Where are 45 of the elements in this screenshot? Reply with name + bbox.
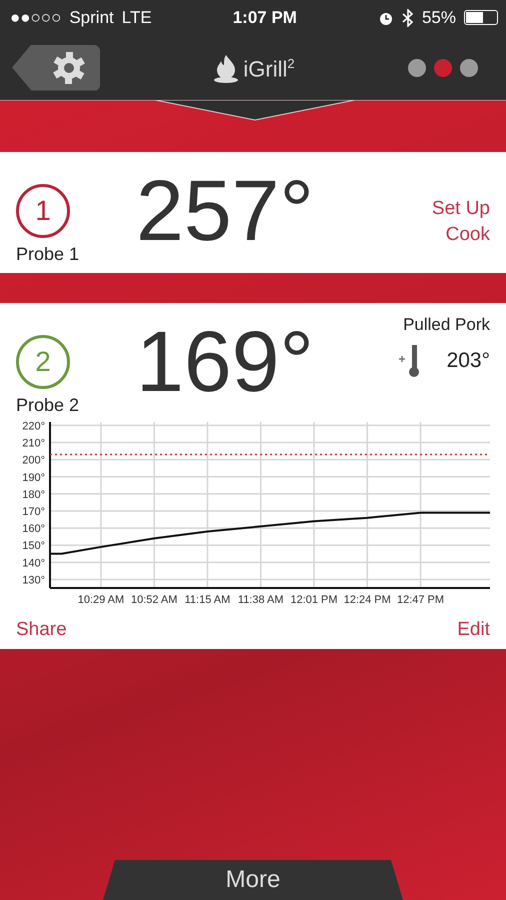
more-button[interactable]: More [103,860,403,900]
probe-number-badge: 1 [16,184,70,238]
x-tick-label: 10:52 AM [130,594,178,606]
y-tick-label: 180° [22,488,45,501]
x-tick-label: 11:38 AM [238,594,284,606]
share-link[interactable]: Share [16,619,67,641]
target-temperature: 203° [446,349,490,373]
battery-percent: 55% [422,8,456,28]
carrier-name: Sprint [69,8,114,28]
battery-icon [464,10,498,25]
probe-temperature: 257° [136,164,315,259]
probe-temperature: 169° [136,315,315,410]
x-tick-label: 12:47 PM [396,594,444,606]
probe-number-badge: 2 [16,335,70,389]
probe-name: Probe 2 [16,395,80,416]
status-time: 1:07 PM [232,8,297,28]
y-tick-label: 170° [22,506,45,518]
y-tick-label: 220° [22,420,45,432]
y-tick-label: 200° [22,454,45,467]
thermometer-icon [398,343,421,379]
y-tick-label: 140° [22,557,45,570]
page-dot[interactable] [434,58,452,76]
signal-strength: ●●○○○ [10,8,62,28]
edit-link[interactable]: Edit [457,619,490,641]
network-type: LTE [122,8,152,28]
page-dot[interactable] [460,58,478,76]
y-tick-label: 160° [22,523,45,536]
y-tick-label: 190° [22,472,45,484]
x-tick-label: 11:15 AM [184,594,230,606]
app-logo-text: iGrill$^{2}$ [243,56,295,82]
settings-back-button[interactable] [12,44,100,90]
bluetooth-icon [402,8,414,26]
y-tick-label: 210° [22,438,45,450]
y-tick-label: 130° [22,574,45,586]
x-tick-label: 12:01 PM [290,594,338,606]
flame-icon [213,52,240,82]
settings-icon [52,50,86,84]
page-dot[interactable] [408,58,426,76]
probe-name: Probe 1 [16,244,80,265]
y-tick-label: 150° [22,540,45,552]
x-tick-label: 12:24 PM [344,594,391,606]
setup-cook-link[interactable]: Set Up [432,198,490,220]
preset-name: Pulled Pork [403,315,490,335]
setup-cook-link[interactable]: Cook [446,224,490,246]
x-tick-label: 10:29 AM [78,594,124,606]
